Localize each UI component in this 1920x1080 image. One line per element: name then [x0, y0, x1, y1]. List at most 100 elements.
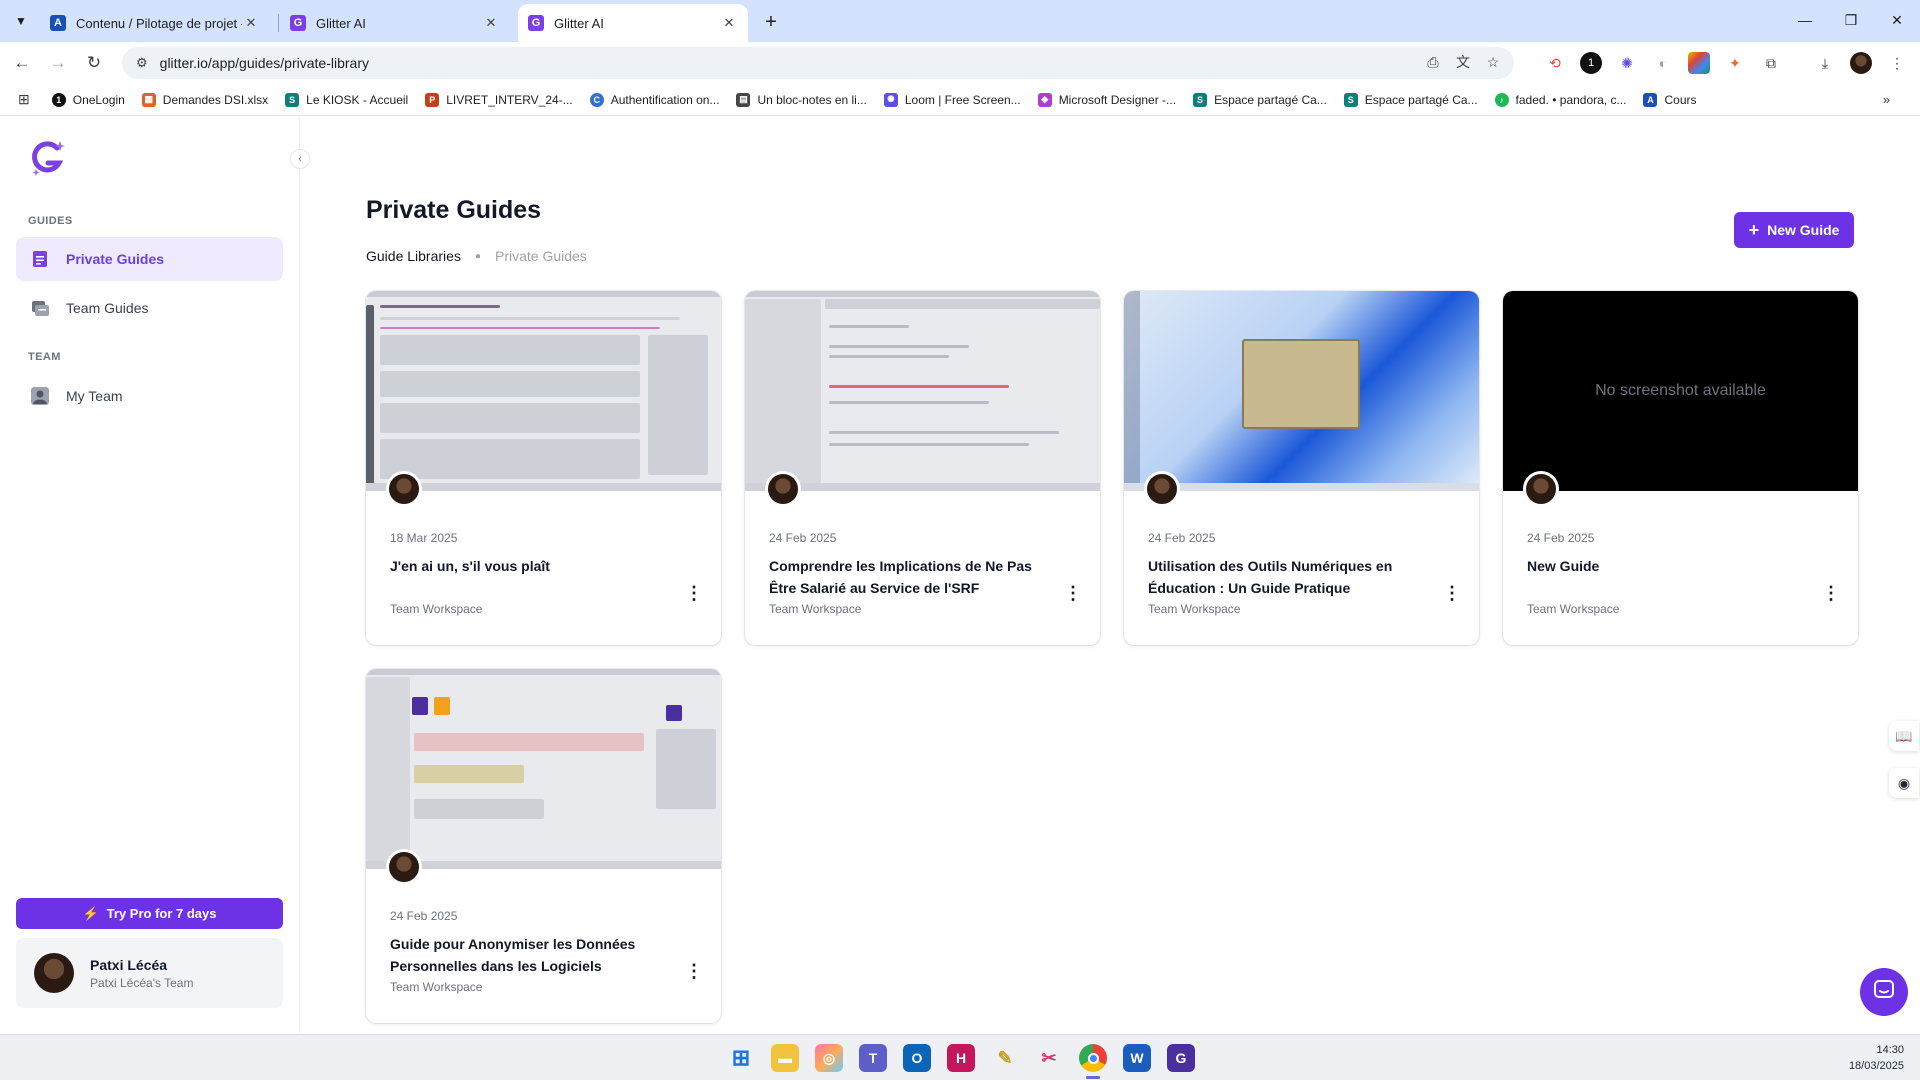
apps-grid-icon[interactable]: ⊞: [18, 91, 30, 108]
browser-menu-icon[interactable]: ⋮: [1886, 52, 1908, 74]
sidebar-item-team-guides[interactable]: Team Guides: [16, 286, 283, 330]
bookmark-item[interactable]: C Authentification on...: [589, 92, 719, 107]
thumb-decor: [829, 325, 909, 328]
bookmark-item[interactable]: ◆ Microsoft Designer -...: [1037, 92, 1176, 107]
bookmark-favicon-icon: 1: [51, 92, 66, 107]
download-icon[interactable]: ⤓: [1814, 52, 1836, 74]
extensions-puzzle-icon[interactable]: ⧉: [1760, 52, 1782, 74]
word-icon[interactable]: W: [1123, 1044, 1151, 1072]
bookmark-label: Un bloc-notes en li...: [757, 92, 867, 107]
thumb-decor: [380, 439, 640, 479]
windows-start-icon[interactable]: ⊞: [727, 1044, 755, 1072]
snipping-tool-icon[interactable]: ✂: [1035, 1044, 1063, 1072]
guide-thumbnail[interactable]: [1124, 291, 1479, 491]
collapse-sidebar-button[interactable]: ‹: [290, 149, 310, 169]
bookmark-item[interactable]: ▤ Un bloc-notes en li...: [736, 92, 867, 107]
sidebar-item-private-guides[interactable]: Private Guides: [16, 237, 283, 281]
system-clock[interactable]: 14:30 18/03/2025: [1849, 1042, 1904, 1074]
page-title: Private Guides: [366, 196, 542, 224]
bookmark-item[interactable]: ♪ faded. • pandora, c...: [1494, 92, 1626, 107]
minimize-button[interactable]: —: [1782, 0, 1828, 40]
back-button[interactable]: ←: [8, 49, 36, 77]
guide-card[interactable]: No screenshot available 24 Feb 2025 New …: [1503, 291, 1858, 645]
guide-date: 24 Feb 2025: [1527, 531, 1595, 545]
guide-card[interactable]: 24 Feb 2025 Guide pour Anonymiser les Do…: [366, 669, 721, 1023]
guide-thumbnail[interactable]: [366, 291, 721, 491]
chat-support-button[interactable]: [1860, 968, 1908, 1016]
glitter-logo[interactable]: [30, 139, 66, 177]
guide-card[interactable]: 18 Mar 2025 J'en ai un, s'il vous plaît …: [366, 291, 721, 645]
bookmark-item[interactable]: S Espace partagé Ca...: [1193, 92, 1327, 107]
bookmark-item[interactable]: P LIVRET_INTERV_24-...: [425, 92, 573, 107]
address-bar[interactable]: ⚙ glitter.io/app/guides/private-library …: [122, 47, 1514, 79]
guide-workspace: Team Workspace: [769, 602, 862, 616]
photos-app-icon[interactable]: ◎: [815, 1044, 843, 1072]
browser-tab-3-active[interactable]: G Glitter AI ✕: [518, 4, 748, 42]
guide-thumbnail[interactable]: No screenshot available: [1503, 291, 1858, 491]
profile-avatar[interactable]: [1850, 52, 1872, 74]
glitter-app-icon[interactable]: G: [1167, 1044, 1195, 1072]
bookmark-favicon-icon: ▦: [141, 92, 156, 107]
bookmark-item[interactable]: S Le KIOSK - Accueil: [285, 92, 408, 107]
onepassword-extension-icon[interactable]: 1: [1580, 52, 1602, 74]
guide-card[interactable]: 24 Feb 2025 Utilisation des Outils Numér…: [1124, 291, 1479, 645]
close-window-button[interactable]: ✕: [1874, 0, 1920, 40]
bookmark-item[interactable]: 1 OneLogin: [51, 92, 125, 107]
new-tab-button[interactable]: +: [758, 9, 784, 35]
guide-workspace: Team Workspace: [1148, 602, 1241, 616]
bookmark-item[interactable]: ✺ Loom | Free Screen...: [883, 92, 1021, 107]
new-guide-button[interactable]: + New Guide: [1734, 212, 1854, 248]
browser-tab-1[interactable]: A Contenu / Pilotage de projet - N ✕: [40, 4, 270, 42]
breadcrumb-root-link[interactable]: Guide Libraries: [366, 248, 461, 264]
guide-card[interactable]: 24 Feb 2025 Comprendre les Implications …: [745, 291, 1100, 645]
translate-icon[interactable]: 文: [1452, 51, 1474, 73]
chrome-icon[interactable]: [1079, 1044, 1107, 1072]
thumb-decor: [829, 431, 1059, 434]
close-icon[interactable]: ✕: [242, 14, 260, 32]
guide-title[interactable]: Utilisation des Outils Numériques en Édu…: [1148, 555, 1418, 599]
close-icon[interactable]: ✕: [720, 14, 738, 32]
teams-icon[interactable]: T: [859, 1044, 887, 1072]
close-icon[interactable]: ✕: [482, 14, 500, 32]
user-profile-card[interactable]: Patxi Lécéa Patxi Lécéa's Team: [16, 938, 283, 1008]
extension-icon[interactable]: ✦: [1724, 52, 1746, 74]
guide-title[interactable]: J'en ai un, s'il vous plaît: [390, 555, 660, 577]
bookmark-item[interactable]: A Cours: [1643, 92, 1697, 107]
bookmark-item[interactable]: ▦ Demandes DSI.xlsx: [141, 92, 268, 107]
help-docs-button[interactable]: 📖: [1889, 721, 1919, 751]
guide-thumbnail[interactable]: [745, 291, 1100, 491]
forward-button[interactable]: →: [44, 49, 72, 77]
outlook-icon[interactable]: O: [903, 1044, 931, 1072]
more-options-icon[interactable]: ⋮: [1819, 581, 1843, 605]
more-options-icon[interactable]: ⋮: [682, 959, 706, 983]
guide-thumbnail[interactable]: [366, 669, 721, 869]
guide-workspace: Team Workspace: [1527, 602, 1620, 616]
browser-tab-2[interactable]: G Glitter AI ✕: [280, 4, 510, 42]
more-options-icon[interactable]: ⋮: [682, 581, 706, 605]
chevron-double-right-icon[interactable]: »: [1883, 92, 1890, 107]
tab-favicon-icon: G: [528, 15, 544, 31]
bookmark-star-icon[interactable]: ☆: [1482, 51, 1504, 73]
reload-button[interactable]: ↻: [80, 49, 108, 77]
file-explorer-icon[interactable]: ▬: [771, 1044, 799, 1072]
sidebar-item-my-team[interactable]: My Team: [16, 374, 283, 418]
site-settings-icon[interactable]: ⚙: [136, 55, 148, 71]
loom-extension-icon[interactable]: ✺: [1616, 52, 1638, 74]
install-app-icon[interactable]: ⎙: [1422, 51, 1444, 73]
more-options-icon[interactable]: ⋮: [1440, 581, 1464, 605]
bookmark-item[interactable]: S Espace partagé Ca...: [1343, 92, 1478, 107]
more-options-icon[interactable]: ⋮: [1061, 581, 1085, 605]
try-pro-button[interactable]: ⚡ Try Pro for 7 days: [16, 898, 283, 929]
extension-icon[interactable]: ◐: [1652, 52, 1674, 74]
extension-icon[interactable]: ⟲: [1544, 52, 1566, 74]
guide-title[interactable]: New Guide: [1527, 555, 1797, 577]
guide-title[interactable]: Guide pour Anonymiser les Données Person…: [390, 933, 660, 977]
restore-button[interactable]: ❐: [1828, 0, 1874, 40]
extension-icon[interactable]: [1688, 52, 1710, 74]
guide-date: 18 Mar 2025: [390, 531, 458, 545]
tab-search-button[interactable]: ▼: [8, 8, 34, 34]
assistant-button[interactable]: ◉: [1889, 768, 1919, 798]
guide-title[interactable]: Comprendre les Implications de Ne Pas Êt…: [769, 555, 1039, 599]
pen-app-icon[interactable]: ✎: [991, 1044, 1019, 1072]
h-app-icon[interactable]: H: [947, 1044, 975, 1072]
